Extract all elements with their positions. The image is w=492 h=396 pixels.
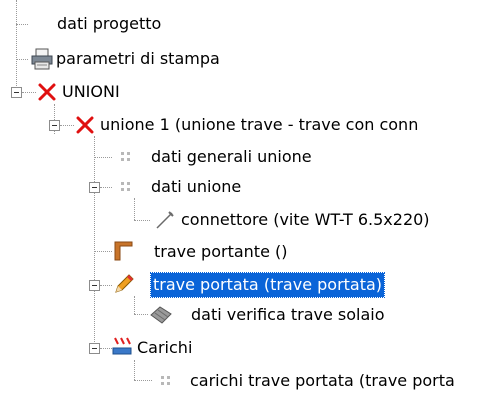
grid-dots-icon bbox=[161, 376, 170, 385]
tree-item-trave-portata[interactable]: trave portata (trave portata) bbox=[0, 270, 492, 300]
tree-item-carichi[interactable]: Carichi bbox=[0, 333, 492, 363]
tree-item-unioni[interactable]: UNIONI bbox=[0, 77, 492, 107]
tree-item-dati-generali-unione[interactable]: dati generali unione bbox=[0, 142, 492, 172]
project-tree[interactable]: dati progetto parametri di stampa UNIONI… bbox=[0, 0, 492, 392]
tree-item-label: dati verifica trave solaio bbox=[191, 305, 385, 324]
loads-icon bbox=[112, 337, 132, 355]
tree-item-label: parametri di stampa bbox=[56, 49, 220, 68]
tree-item-parametri-di-stampa[interactable]: parametri di stampa bbox=[0, 44, 492, 74]
tree-item-trave-portante[interactable]: trave portante () bbox=[0, 237, 492, 267]
tree-item-label: dati progetto bbox=[57, 14, 162, 33]
pencil-icon bbox=[115, 274, 134, 293]
tree-item-label: UNIONI bbox=[62, 82, 120, 101]
tree-item-label: Carichi bbox=[137, 338, 193, 357]
tree-item-label: dati unione bbox=[151, 177, 242, 196]
screw-icon bbox=[156, 211, 174, 229]
tree-item-label: unione 1 (unione trave - trave con conn bbox=[100, 115, 419, 134]
red-x-icon bbox=[76, 116, 94, 134]
hatched-plate-icon bbox=[150, 306, 172, 324]
tree-item-dati-unione[interactable]: dati unione bbox=[0, 172, 492, 202]
tree-item-label: dati generali unione bbox=[151, 147, 312, 166]
tree-item-label: connettore (vite WT-T 6.5x220) bbox=[181, 210, 430, 229]
tree-item-dati-verifica-trave-solaio[interactable]: dati verifica trave solaio bbox=[0, 300, 492, 330]
beam-icon bbox=[114, 241, 133, 261]
tree-item-dati-progetto[interactable]: dati progetto bbox=[0, 9, 492, 39]
grid-dots-icon bbox=[121, 152, 130, 161]
tree-item-label: trave portante () bbox=[154, 242, 288, 261]
tree-item-label: trave portata (trave portata) bbox=[149, 272, 386, 298]
tree-item-unione-1[interactable]: unione 1 (unione trave - trave con conn bbox=[0, 110, 492, 140]
printer-icon bbox=[31, 48, 53, 70]
red-x-icon bbox=[38, 83, 56, 101]
tree-item-connettore[interactable]: connettore (vite WT-T 6.5x220) bbox=[0, 205, 492, 235]
grid-dots-icon bbox=[121, 182, 130, 191]
